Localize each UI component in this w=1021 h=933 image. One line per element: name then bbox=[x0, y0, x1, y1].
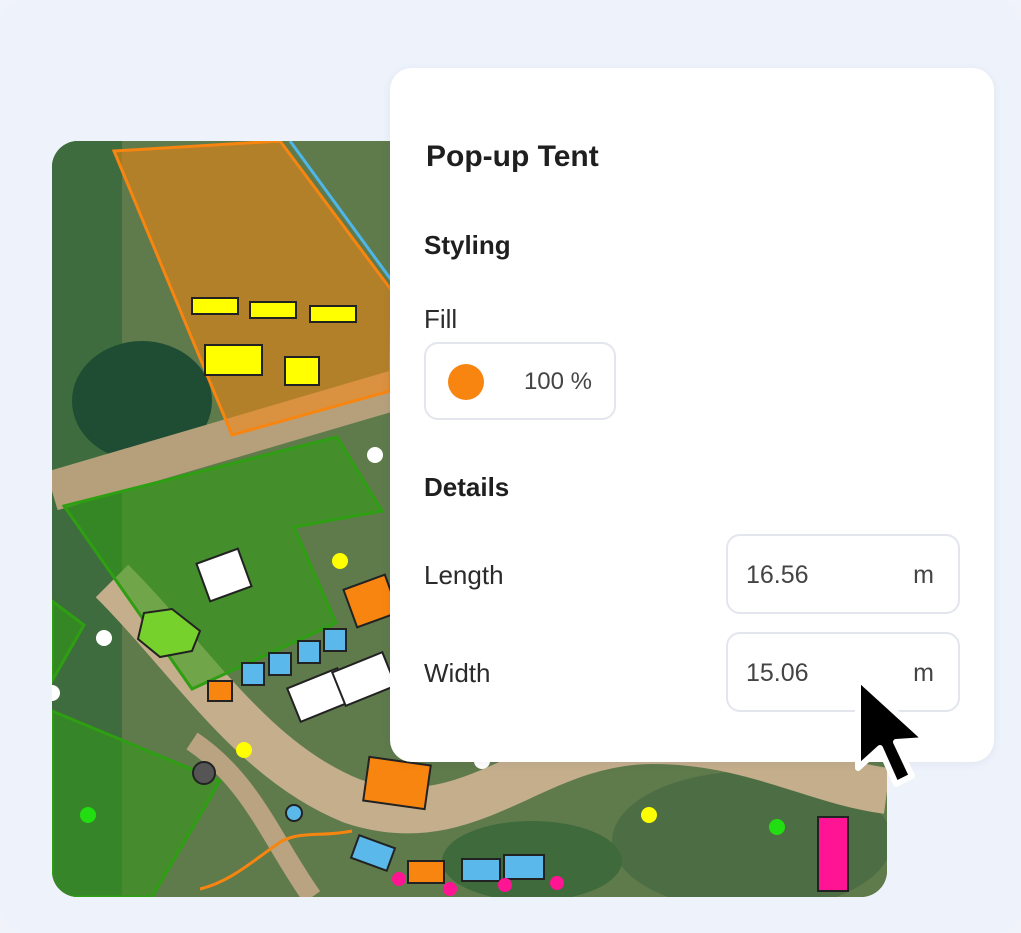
marker-green[interactable] bbox=[80, 807, 96, 823]
properties-panel: Pop-up Tent Styling Fill 100 % Details L… bbox=[390, 68, 994, 762]
details-heading: Details bbox=[424, 472, 510, 502]
fill-color-swatch[interactable] bbox=[448, 364, 484, 400]
marker-green[interactable] bbox=[769, 819, 785, 835]
fill-label: Fill bbox=[424, 304, 458, 334]
width-label: Width bbox=[424, 658, 491, 688]
marker-yellow[interactable] bbox=[236, 742, 252, 758]
round-structure[interactable] bbox=[192, 761, 216, 785]
yellow-tent[interactable] bbox=[309, 305, 357, 323]
length-value[interactable]: 16.56 bbox=[746, 561, 809, 590]
mouse-pointer-icon bbox=[855, 675, 929, 787]
marker-yellow[interactable] bbox=[332, 553, 348, 569]
yellow-tent[interactable] bbox=[249, 301, 297, 319]
marker-pink[interactable] bbox=[443, 882, 457, 896]
blue-tent[interactable] bbox=[297, 640, 321, 664]
fill-opacity-value[interactable]: 100 % bbox=[524, 368, 592, 396]
orange-tent[interactable] bbox=[362, 755, 432, 811]
blue-tent[interactable] bbox=[241, 662, 265, 686]
styling-heading: Styling bbox=[424, 230, 511, 260]
width-value[interactable]: 15.06 bbox=[746, 659, 809, 688]
blue-tent[interactable] bbox=[323, 628, 347, 652]
orange-tent[interactable] bbox=[407, 860, 445, 884]
yellow-tent[interactable] bbox=[191, 297, 239, 315]
marker-yellow[interactable] bbox=[641, 807, 657, 823]
marker-pink[interactable] bbox=[392, 872, 406, 886]
yellow-tent[interactable] bbox=[204, 344, 263, 376]
panel-title: Pop-up Tent bbox=[426, 140, 599, 173]
orange-tent[interactable] bbox=[207, 680, 233, 702]
round-structure[interactable] bbox=[285, 804, 303, 822]
marker-pink[interactable] bbox=[498, 878, 512, 892]
marker-white[interactable] bbox=[367, 447, 383, 463]
marker-white[interactable] bbox=[96, 630, 112, 646]
blue-tent[interactable] bbox=[461, 858, 501, 882]
marker-pink[interactable] bbox=[550, 876, 564, 890]
pink-vehicle[interactable] bbox=[817, 816, 849, 892]
fill-control[interactable]: 100 % bbox=[424, 342, 616, 420]
blue-tent[interactable] bbox=[503, 854, 545, 880]
yellow-tent[interactable] bbox=[284, 356, 320, 386]
length-label: Length bbox=[424, 560, 504, 590]
length-unit: m bbox=[913, 561, 934, 589]
length-input[interactable]: 16.56 m bbox=[726, 534, 960, 614]
blue-tent[interactable] bbox=[268, 652, 292, 676]
